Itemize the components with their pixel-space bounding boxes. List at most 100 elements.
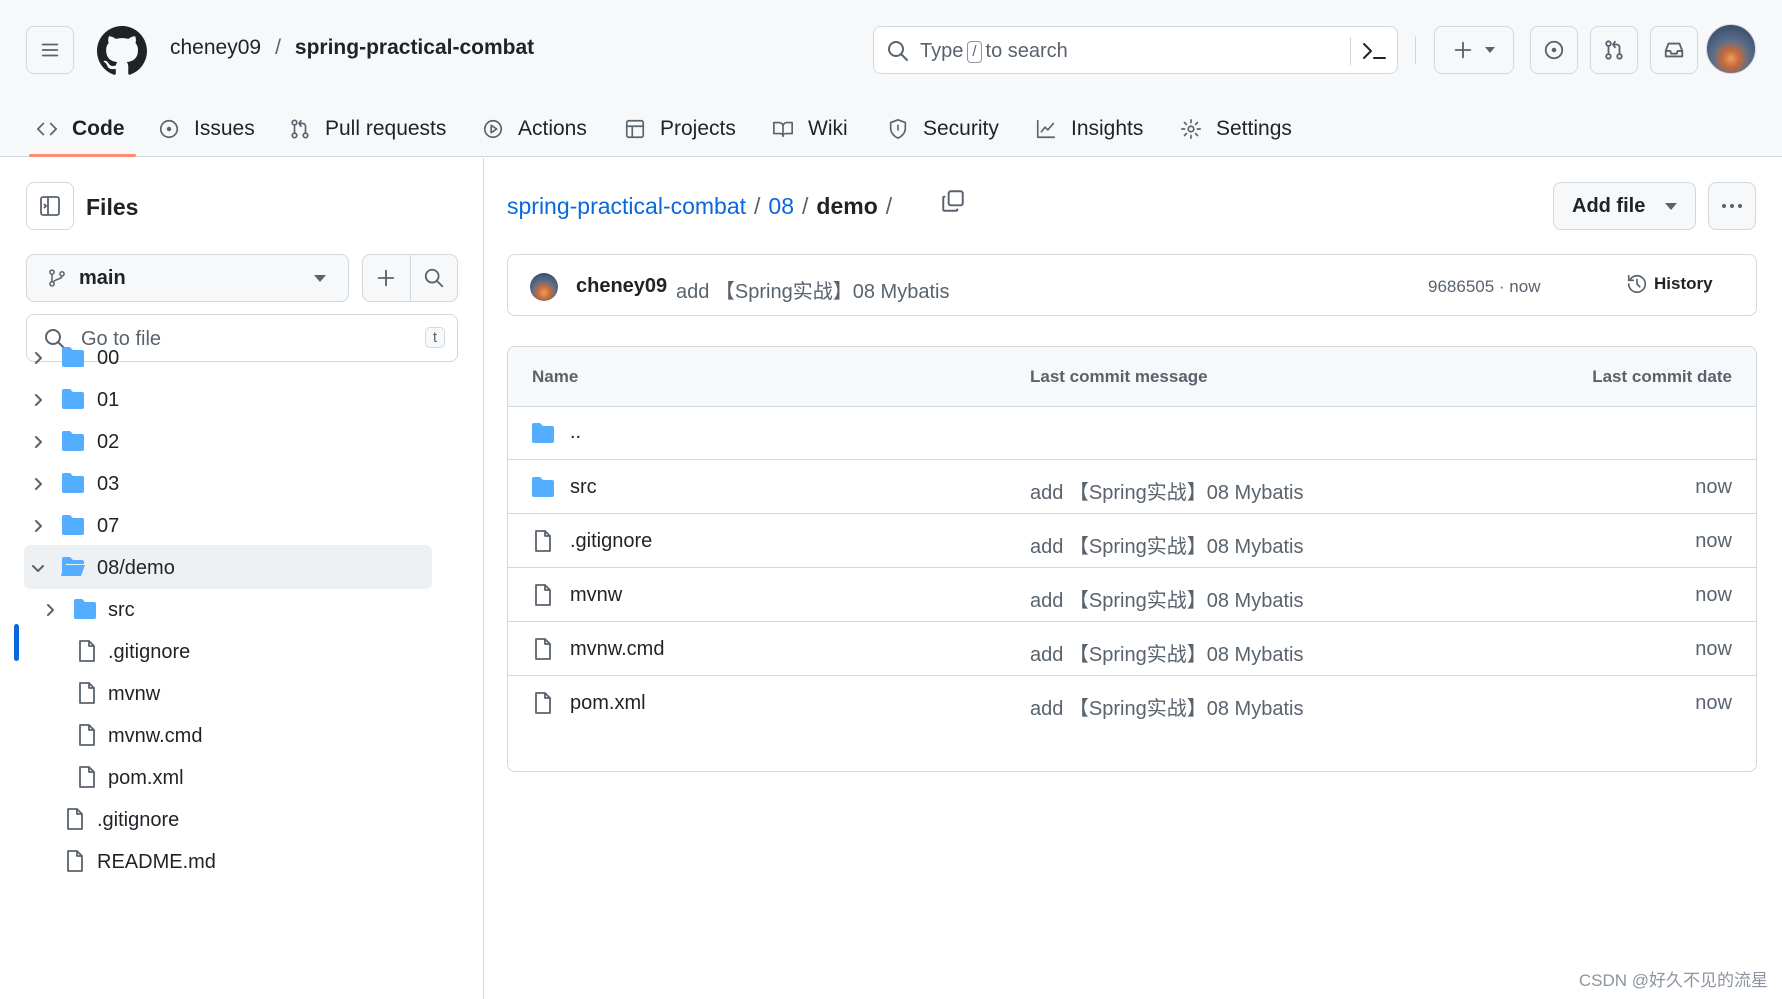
- inbox-button[interactable]: [1650, 26, 1698, 74]
- search-tree-button[interactable]: [409, 255, 457, 301]
- tab-code[interactable]: Code: [36, 100, 125, 157]
- pull-requests-button[interactable]: [1590, 26, 1638, 74]
- row-commit-date: now: [1695, 692, 1732, 714]
- github-logo-icon[interactable]: [97, 26, 147, 76]
- row-commit-message[interactable]: add 【Spring实战】08 Mybatis: [1030, 476, 1303, 505]
- chevron-right-icon[interactable]: [42, 601, 58, 617]
- tab-wiki[interactable]: Wiki: [772, 100, 848, 157]
- repo-owner-link[interactable]: cheney09: [170, 36, 261, 60]
- chevron-right-icon[interactable]: [30, 433, 46, 449]
- branch-selector[interactable]: main: [26, 254, 349, 302]
- file-icon: [67, 808, 83, 830]
- tab-settings[interactable]: Settings: [1180, 100, 1292, 157]
- chevron-right-icon[interactable]: [30, 391, 46, 407]
- chevron-right-icon[interactable]: [30, 349, 46, 365]
- tree-item-src[interactable]: src: [0, 587, 440, 631]
- file-icon: [535, 584, 551, 606]
- row-commit-message[interactable]: add 【Spring实战】08 Mybatis: [1030, 638, 1303, 667]
- tree-item-file[interactable]: mvnw.cmd: [0, 713, 440, 757]
- table-row[interactable]: pom.xml add 【Spring实战】08 Mybatis now: [508, 676, 1756, 730]
- tree-item-label: mvnw: [108, 683, 161, 705]
- tree-item-label: pom.xml: [108, 767, 184, 789]
- add-file-tree-button[interactable]: [363, 255, 410, 301]
- row-name[interactable]: .gitignore: [570, 530, 652, 553]
- file-icon: [79, 640, 95, 662]
- pull-request-icon: [291, 118, 309, 139]
- tree-item-02[interactable]: 02: [0, 419, 440, 463]
- commit-author[interactable]: cheney09: [576, 275, 667, 298]
- table-row[interactable]: mvnw.cmd add 【Spring实战】08 Mybatis now: [508, 622, 1756, 676]
- tree-actions: [362, 254, 458, 302]
- row-name[interactable]: mvnw.cmd: [570, 638, 664, 661]
- row-name[interactable]: mvnw: [570, 584, 622, 607]
- commit-sha-time[interactable]: 9686505 · now: [1428, 277, 1540, 297]
- tree-item-label: 03: [97, 473, 120, 495]
- row-commit-message[interactable]: add 【Spring实战】08 Mybatis: [1030, 530, 1303, 559]
- tab-security[interactable]: Security: [887, 100, 999, 157]
- tree-item-file[interactable]: mvnw: [0, 671, 440, 715]
- tree-item-03[interactable]: 03: [0, 461, 440, 505]
- tab-projects[interactable]: Projects: [624, 100, 736, 157]
- latest-commit-box: cheney09 add 【Spring实战】08 Mybatis 968650…: [507, 254, 1757, 316]
- tree-item-file[interactable]: README.md: [0, 839, 440, 883]
- copy-path-button[interactable]: [940, 188, 970, 218]
- tab-wiki-label: Wiki: [808, 116, 848, 140]
- shield-icon: [889, 118, 907, 139]
- column-header-name: Name: [532, 367, 579, 386]
- row-commit-message[interactable]: add 【Spring实战】08 Mybatis: [1030, 584, 1303, 613]
- row-commit-message[interactable]: add 【Spring实战】08 Mybatis: [1030, 692, 1303, 721]
- column-header-message: Last commit message: [1030, 367, 1208, 386]
- user-avatar[interactable]: [1706, 24, 1756, 74]
- commit-author-avatar[interactable]: [530, 273, 558, 301]
- tree-item-file[interactable]: pom.xml: [0, 755, 440, 799]
- table-row[interactable]: mvnw add 【Spring实战】08 Mybatis now: [508, 568, 1756, 622]
- chevron-right-icon[interactable]: [30, 475, 46, 491]
- tab-actions[interactable]: Actions: [482, 100, 587, 157]
- history-label: History: [1654, 274, 1713, 293]
- tree-item-00[interactable]: 00: [0, 335, 440, 379]
- table-row[interactable]: .gitignore add 【Spring实战】08 Mybatis now: [508, 514, 1756, 568]
- commit-message[interactable]: add 【Spring实战】08 Mybatis: [676, 275, 949, 304]
- row-name[interactable]: pom.xml: [570, 692, 646, 715]
- folder-icon: [62, 431, 84, 451]
- breadcrumb-repo-link[interactable]: spring-practical-combat: [507, 193, 746, 220]
- tree-item-01[interactable]: 01: [0, 377, 440, 421]
- folder-icon: [62, 473, 84, 493]
- tree-item-07[interactable]: 07: [0, 503, 440, 547]
- chevron-down-icon[interactable]: [30, 559, 46, 575]
- breadcrumb-separator: /: [802, 193, 809, 219]
- tree-item-label: README.md: [97, 851, 216, 873]
- chevron-right-icon[interactable]: [30, 517, 46, 533]
- row-commit-date: now: [1695, 476, 1732, 498]
- row-name[interactable]: src: [570, 476, 597, 499]
- tree-item-file[interactable]: .gitignore: [0, 797, 440, 841]
- folder-icon: [74, 599, 96, 619]
- table-row-parent[interactable]: ..: [508, 407, 1756, 460]
- issues-button[interactable]: [1530, 26, 1578, 74]
- collapse-sidebar-button[interactable]: [26, 182, 74, 230]
- plus-icon: [378, 269, 395, 287]
- tab-insights[interactable]: Insights: [1035, 100, 1143, 157]
- row-commit-date: now: [1695, 638, 1732, 660]
- more-options-button[interactable]: [1708, 182, 1756, 230]
- breadcrumb-dir-link[interactable]: 08: [768, 193, 794, 220]
- tree-item-08-demo[interactable]: 08/demo: [24, 545, 432, 589]
- history-button[interactable]: History: [1626, 273, 1713, 295]
- table-row[interactable]: src add 【Spring实战】08 Mybatis now: [508, 460, 1756, 514]
- breadcrumb-separator: /: [754, 193, 761, 219]
- tab-issues[interactable]: Issues: [158, 100, 255, 157]
- add-file-button[interactable]: Add file: [1553, 182, 1696, 230]
- menu-button[interactable]: [26, 26, 74, 74]
- tab-pull-requests[interactable]: Pull requests: [289, 100, 446, 157]
- row-name[interactable]: ..: [570, 421, 581, 444]
- create-new-button[interactable]: [1434, 26, 1514, 74]
- repo-name-link[interactable]: spring-practical-combat: [295, 36, 534, 60]
- folder-icon: [62, 515, 84, 535]
- command-palette-icon[interactable]: [1360, 39, 1388, 63]
- tree-item-label: src: [108, 599, 135, 621]
- kebab-dot-icon: [1730, 204, 1734, 208]
- search-input[interactable]: Type / to search: [873, 26, 1398, 74]
- folder-open-icon: [61, 557, 85, 576]
- tree-item-file[interactable]: .gitignore: [0, 629, 440, 673]
- git-branch-icon: [49, 269, 65, 287]
